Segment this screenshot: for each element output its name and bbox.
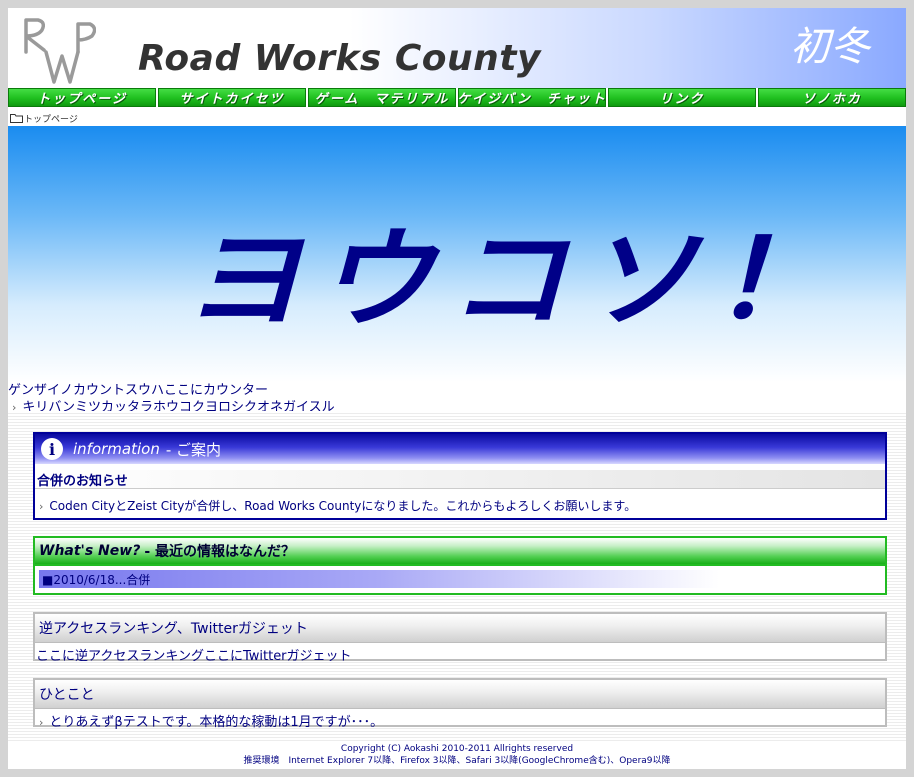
nav-item-site-guide[interactable]: サイトカイセツ	[158, 88, 306, 107]
news-item[interactable]: ■2010/6/18...合併	[39, 570, 719, 588]
site-logo[interactable]	[20, 16, 96, 84]
main-nav: トップページ サイトカイセツ ゲーム マテリアル ケイジバン チャット リンク …	[8, 88, 906, 107]
whats-new-box: What's New? - 最近の情報はなんだ？ ■2010/6/18...合併	[33, 536, 887, 595]
whats-new-title-ja: - 最近の情報はなんだ？	[144, 544, 295, 560]
site-header: Road Works County 初冬	[8, 8, 906, 88]
ranking-body: ここに逆アクセスランキングここにTwitterガジェット	[36, 649, 352, 664]
nav-item-game-material[interactable]: ゲーム マテリアル	[308, 88, 456, 107]
hitokoto-body: › とりあえずβテストです。本格的な稼動は1月ですが･･･。	[35, 711, 885, 730]
breadcrumb: トップページ	[10, 111, 78, 125]
banner-text: ヨウコソ！	[184, 215, 845, 343]
nav-item-other[interactable]: ソノホカ	[758, 88, 906, 107]
information-subheading: 合併のお知らせ	[35, 470, 885, 489]
site-footer: Copyright (C) Aokashi 2010-2011 Allright…	[8, 743, 906, 767]
info-icon: i	[41, 438, 63, 460]
site-title: Road Works County	[138, 38, 541, 79]
ranking-box: 逆アクセスランキング、Twitterガジェット ここに逆アクセスランキングここに…	[33, 612, 887, 664]
information-text: Coden CityとZeist Cityが合併し、Road Works Cou…	[49, 499, 637, 513]
nav-item-bbs-chat[interactable]: ケイジバン チャット	[457, 88, 606, 107]
welcome-banner: ヨウコソ！	[8, 126, 906, 382]
nav-item-links[interactable]: リンク	[608, 88, 756, 107]
hitokoto-header: ひとこと	[35, 680, 885, 709]
copyright-text: Copyright (C) Aokashi 2010-2011 Allright…	[340, 744, 574, 754]
page-frame: Road Works County 初冬 トップページ サイトカイセツ ゲーム …	[8, 8, 906, 769]
information-body: › Coden CityとZeist Cityが合併し、Road Works Co…	[35, 497, 885, 514]
information-box: i information - ご案内 合併のお知らせ › Coden Cityと…	[33, 432, 887, 520]
ranking-header: 逆アクセスランキング、Twitterガジェット	[35, 614, 885, 643]
information-title-ja: - ご案内	[165, 440, 222, 459]
recommended-env-text: 推奨環境 Internet Explorer 7以降、Firefox 3以降、S…	[243, 756, 671, 766]
whats-new-title-en: What's New?	[39, 543, 141, 559]
arrow-right-icon: ›	[39, 716, 44, 729]
arrow-right-icon: ›	[39, 500, 44, 513]
breadcrumb-label[interactable]: トップページ	[24, 112, 78, 125]
information-title-en: information	[73, 440, 160, 458]
hitokoto-box: ひとこと › とりあえずβテストです。本格的な稼動は1月ですが･･･。	[33, 678, 887, 730]
information-header: i information - ご案内	[35, 434, 885, 464]
season-label: 初冬	[790, 24, 870, 70]
nav-item-top[interactable]: トップページ	[8, 88, 156, 107]
folder-icon	[10, 114, 23, 123]
hitokoto-text: とりあえずβテストです。本格的な稼動は1月ですが･･･。	[49, 715, 384, 730]
content-area: i information - ご案内 合併のお知らせ › Coden Cityと…	[8, 411, 906, 741]
whats-new-header: What's New? - 最近の情報はなんだ？	[35, 538, 885, 566]
